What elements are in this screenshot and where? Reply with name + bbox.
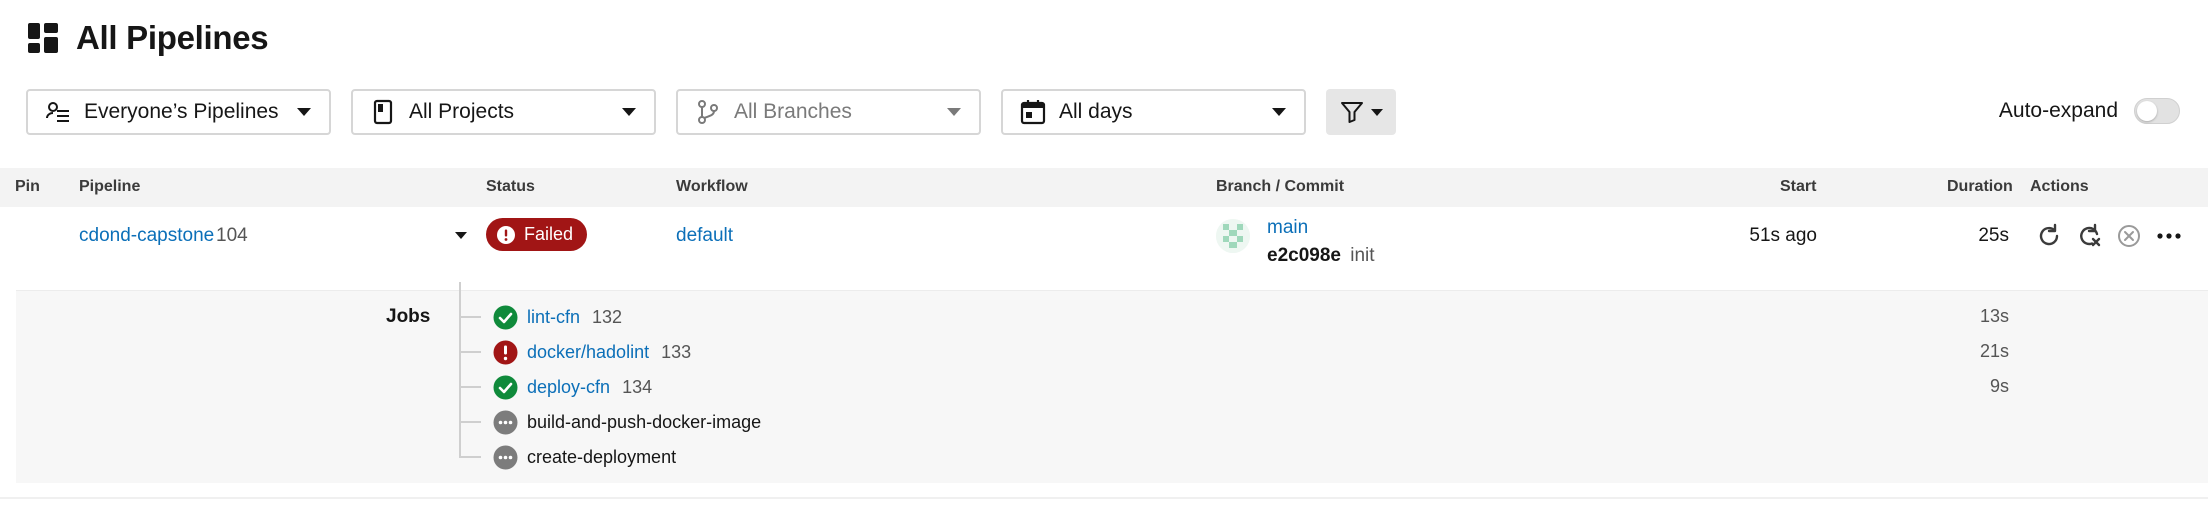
not-run-ellipsis-icon	[493, 445, 518, 469]
job-number: 132	[592, 306, 623, 327]
job-item[interactable]: lint-cfn 132	[493, 304, 622, 330]
column-header-workflow: Workflow	[676, 178, 748, 195]
jobs-tree-line	[459, 282, 461, 457]
pipeline-number: 104	[216, 225, 248, 246]
job-item[interactable]: deploy-cfn 134	[493, 374, 652, 400]
auto-expand-toggle[interactable]	[2134, 98, 2180, 124]
chevron-down-icon	[1272, 108, 1286, 116]
chevron-down-icon	[622, 108, 636, 116]
job-item: create-deployment	[493, 444, 676, 470]
job-connector	[459, 456, 481, 458]
expand-row-chevron-icon[interactable]	[455, 232, 467, 239]
chevron-down-icon	[1371, 108, 1383, 116]
page-title: All Pipelines	[76, 19, 269, 56]
commit-sha-link[interactable]: e2c098e	[1267, 245, 1341, 266]
column-header-start: Start	[1780, 178, 1817, 195]
rerun-failed-button[interactable]	[2074, 221, 2104, 251]
job-number: 134	[622, 376, 653, 397]
avatar	[1216, 219, 1250, 253]
toggle-knob	[2137, 101, 2157, 121]
job-item[interactable]: docker/hadolint 133	[493, 339, 691, 365]
job-item: build-and-push-docker-image	[493, 409, 761, 435]
column-header-branch-commit: Branch / Commit	[1216, 178, 1345, 195]
divider	[0, 497, 2208, 499]
job-name: build-and-push-docker-image	[527, 411, 762, 432]
more-actions-button[interactable]	[2154, 221, 2184, 251]
job-duration: 9s	[1989, 376, 2009, 396]
chevron-down-icon	[297, 108, 311, 116]
column-header-actions: Actions	[2030, 178, 2089, 195]
project-filter-label: All Projects	[409, 100, 515, 123]
project-filter-dropdown[interactable]: All Projects	[351, 89, 656, 135]
status-badge[interactable]: Failed	[486, 218, 588, 251]
workflow-link[interactable]: default	[676, 225, 733, 247]
rerun-icon	[2039, 223, 2059, 246]
people-filter-icon	[46, 102, 69, 122]
job-name: create-deployment	[527, 446, 677, 467]
start-time: 51s ago	[1749, 225, 1817, 246]
job-connector	[459, 316, 481, 318]
job-connector	[459, 386, 481, 388]
jobs-label: Jobs	[386, 306, 431, 327]
branch-link[interactable]: main	[1267, 217, 1308, 239]
branch-filter-dropdown[interactable]: All Branches	[676, 89, 981, 135]
calendar-icon	[1020, 100, 1046, 125]
error-exclamation-icon	[493, 340, 518, 364]
auto-expand-label: Auto-expand	[1998, 99, 2118, 122]
job-name-link[interactable]: deploy-cfn	[527, 377, 610, 398]
owner-filter-dropdown[interactable]: Everyone’s Pipelines	[26, 89, 331, 135]
job-connector	[459, 351, 481, 353]
branch-filter-label: All Branches	[734, 100, 852, 123]
column-header-pipeline: Pipeline	[79, 178, 141, 195]
not-run-ellipsis-icon	[493, 410, 518, 434]
dashboard-grid-icon	[28, 23, 58, 53]
project-book-icon	[373, 99, 393, 125]
git-branch-icon	[698, 100, 718, 124]
owner-filter-label: Everyone’s Pipelines	[84, 100, 279, 123]
chevron-down-icon	[947, 108, 961, 116]
commit-info: e2c098e init	[1267, 245, 1375, 267]
job-name-link[interactable]: docker/hadolint	[527, 342, 649, 363]
commit-message: init	[1350, 245, 1375, 266]
funnel-filter-icon	[1341, 102, 1363, 123]
page-header: All Pipelines	[28, 18, 269, 58]
table-header: Pin Pipeline Status Workflow Branch / Co…	[0, 168, 2208, 207]
auto-expand-control: Auto-expand	[1999, 98, 2180, 124]
job-duration: 13s	[1979, 306, 2009, 326]
job-number: 133	[661, 341, 692, 362]
error-exclamation-icon	[497, 225, 515, 244]
column-header-status: Status	[486, 178, 535, 195]
cancel-circle-x-icon	[2118, 225, 2140, 247]
status-label: Failed	[524, 224, 574, 244]
rerun-button[interactable]	[2034, 221, 2064, 251]
rerun-failed-icon	[2080, 223, 2101, 247]
date-filter-dropdown[interactable]: All days	[1001, 89, 1306, 135]
success-check-icon	[493, 375, 518, 399]
pipeline-project-link[interactable]: cdond-capstone	[79, 225, 214, 247]
job-duration: 21s	[1979, 341, 2009, 361]
ellipsis-icon	[2157, 233, 2181, 239]
job-connector	[459, 421, 481, 423]
pipeline-row: cdond-capstone 104 Failed default main e…	[0, 207, 2208, 287]
jobs-panel	[16, 290, 2208, 483]
column-header-duration: Duration	[1947, 178, 2013, 195]
identicon-avatar-icon	[1216, 219, 1250, 253]
more-filters-button[interactable]	[1326, 89, 1396, 135]
success-check-icon	[493, 305, 518, 329]
job-name-link[interactable]: lint-cfn	[527, 307, 580, 328]
pipeline-duration: 25s	[1978, 225, 2009, 246]
column-header-pin: Pin	[15, 178, 40, 195]
date-filter-label: All days	[1059, 100, 1133, 123]
cancel-button[interactable]	[2114, 221, 2144, 251]
